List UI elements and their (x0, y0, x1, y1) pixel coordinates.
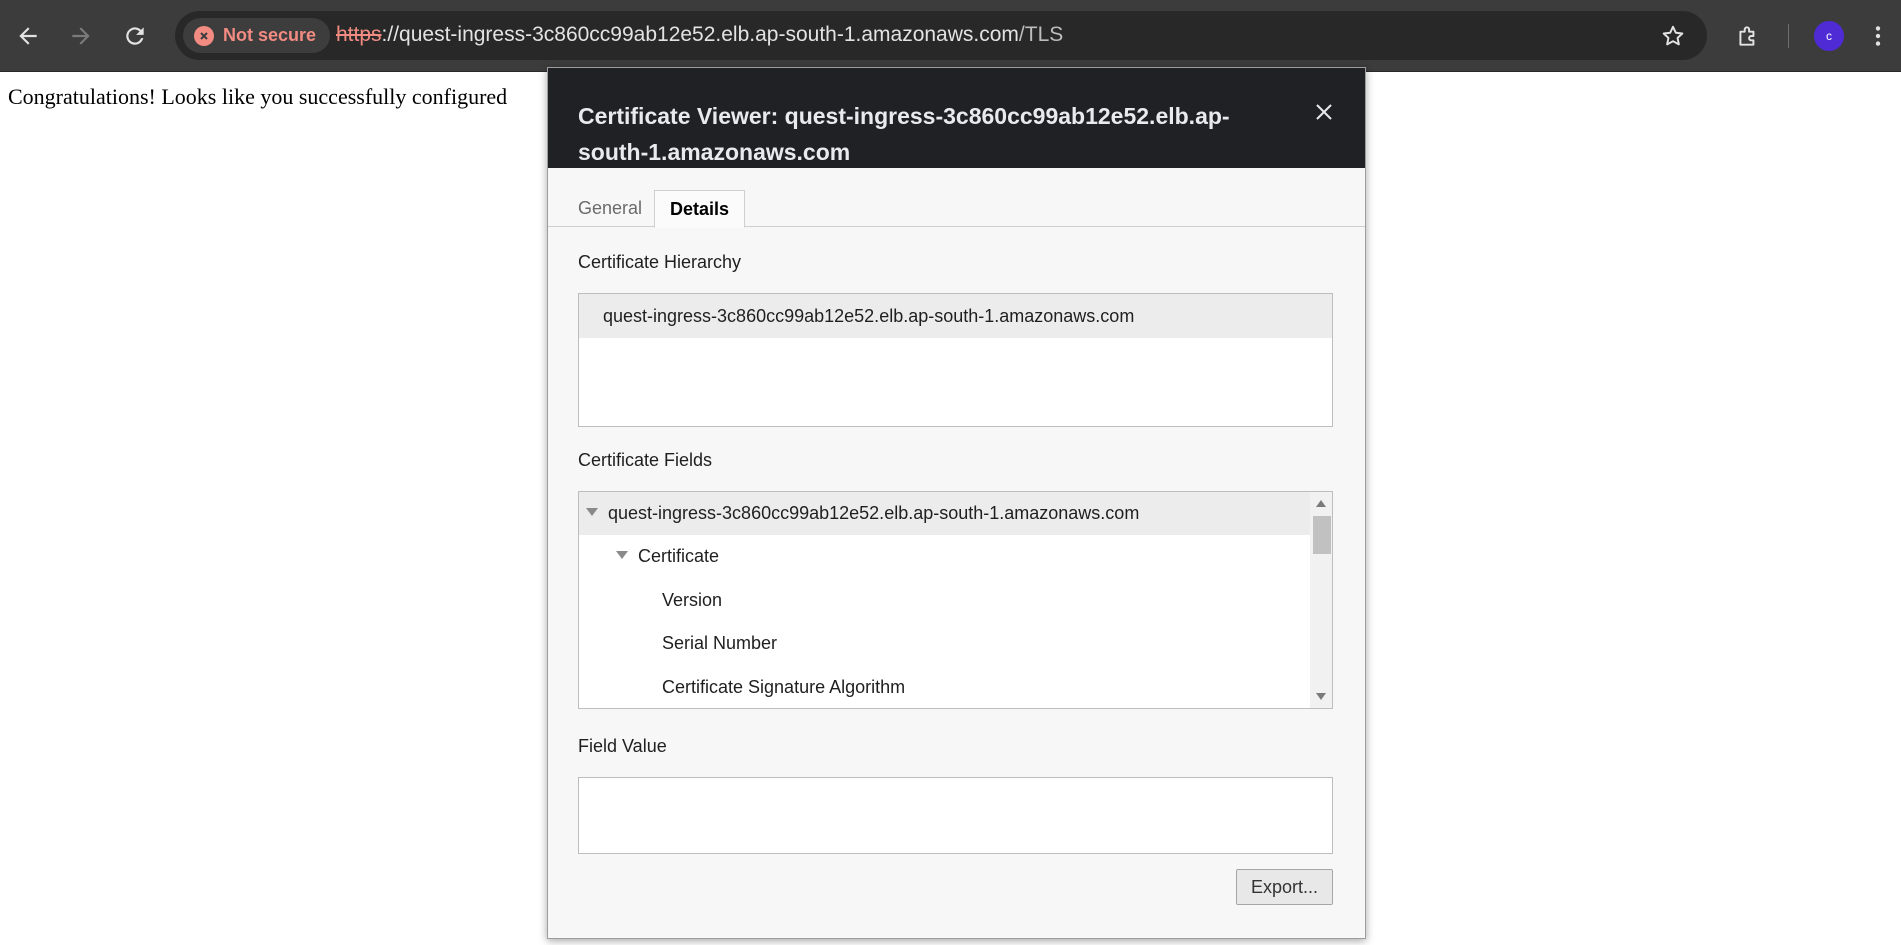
address-bar[interactable]: Not secure https://quest-ingress-3c860cc… (175, 11, 1707, 60)
warning-icon (194, 25, 214, 46)
certificate-hierarchy-tree[interactable]: quest-ingress-3c860cc99ab12e52.elb.ap-so… (578, 293, 1333, 427)
url-path: /TLS (1018, 23, 1064, 46)
scroll-down-icon[interactable] (1316, 693, 1326, 700)
tab-general[interactable]: General (563, 190, 657, 226)
url-host: ://quest-ingress-3c860cc99ab12e52.elb.ap… (381, 23, 1019, 46)
fields-scrollbar[interactable] (1310, 492, 1332, 708)
tab-bar: General Details (548, 168, 1365, 228)
security-chip[interactable]: Not secure (183, 18, 331, 53)
certificate-viewer-dialog: Certificate Viewer: quest-ingress-3c860c… (547, 67, 1366, 939)
hierarchy-item[interactable]: quest-ingress-3c860cc99ab12e52.elb.ap-so… (579, 294, 1332, 338)
field-row-serial-number[interactable]: Serial Number (579, 622, 777, 665)
field-label: quest-ingress-3c860cc99ab12e52.elb.ap-so… (608, 503, 1140, 523)
certificate-hierarchy-label: Certificate Hierarchy (578, 252, 742, 272)
export-button[interactable]: Export... (1236, 869, 1333, 905)
field-row-signature-algorithm[interactable]: Certificate Signature Algorithm (579, 666, 905, 709)
puzzle-icon (1739, 26, 1755, 46)
tab-details[interactable]: Details (654, 190, 746, 228)
url-text[interactable]: https://quest-ingress-3c860cc99ab12e52.e… (336, 23, 1063, 47)
dialog-title: Certificate Viewer: quest-ingress-3c860c… (578, 103, 1230, 165)
back-arrow-icon (19, 27, 37, 45)
extensions-button[interactable] (1726, 14, 1770, 58)
reload-icon (126, 27, 144, 45)
page-body-text: Congratulations! Looks like you successf… (8, 84, 508, 109)
certificate-fields-label: Certificate Fields (578, 450, 713, 470)
security-chip-label: Not secure (223, 25, 317, 45)
forward-arrow-icon (72, 27, 90, 45)
toolbar-divider (1788, 24, 1789, 48)
kebab-menu-icon (1875, 26, 1881, 46)
field-value-label: Field Value (578, 736, 667, 756)
field-row-certificate[interactable]: Certificate (579, 535, 719, 578)
field-label: Certificate (638, 546, 720, 566)
scrollbar-thumb[interactable] (1313, 516, 1331, 554)
close-button[interactable] (1308, 96, 1340, 128)
menu-button[interactable] (1856, 14, 1900, 58)
back-button[interactable] (6, 14, 50, 58)
expand-triangle-icon[interactable] (586, 508, 598, 517)
dialog-header: Certificate Viewer: quest-ingress-3c860c… (548, 68, 1365, 168)
browser-toolbar: Not secure https://quest-ingress-3c860cc… (0, 0, 1901, 72)
star-icon (1662, 25, 1684, 46)
field-value-box[interactable] (578, 777, 1333, 854)
url-scheme: https (336, 23, 382, 46)
field-row-version[interactable]: Version (579, 579, 722, 622)
reload-button[interactable] (113, 14, 157, 58)
certificate-fields-tree[interactable]: quest-ingress-3c860cc99ab12e52.elb.ap-so… (578, 491, 1333, 709)
bookmark-button[interactable] (1651, 14, 1695, 58)
close-icon (1316, 104, 1332, 120)
expand-triangle-icon[interactable] (616, 551, 628, 560)
forward-button[interactable] (59, 14, 103, 58)
profile-avatar[interactable]: c (1814, 21, 1844, 51)
scroll-up-icon[interactable] (1316, 500, 1326, 507)
field-row-root[interactable]: quest-ingress-3c860cc99ab12e52.elb.ap-so… (579, 492, 1317, 535)
